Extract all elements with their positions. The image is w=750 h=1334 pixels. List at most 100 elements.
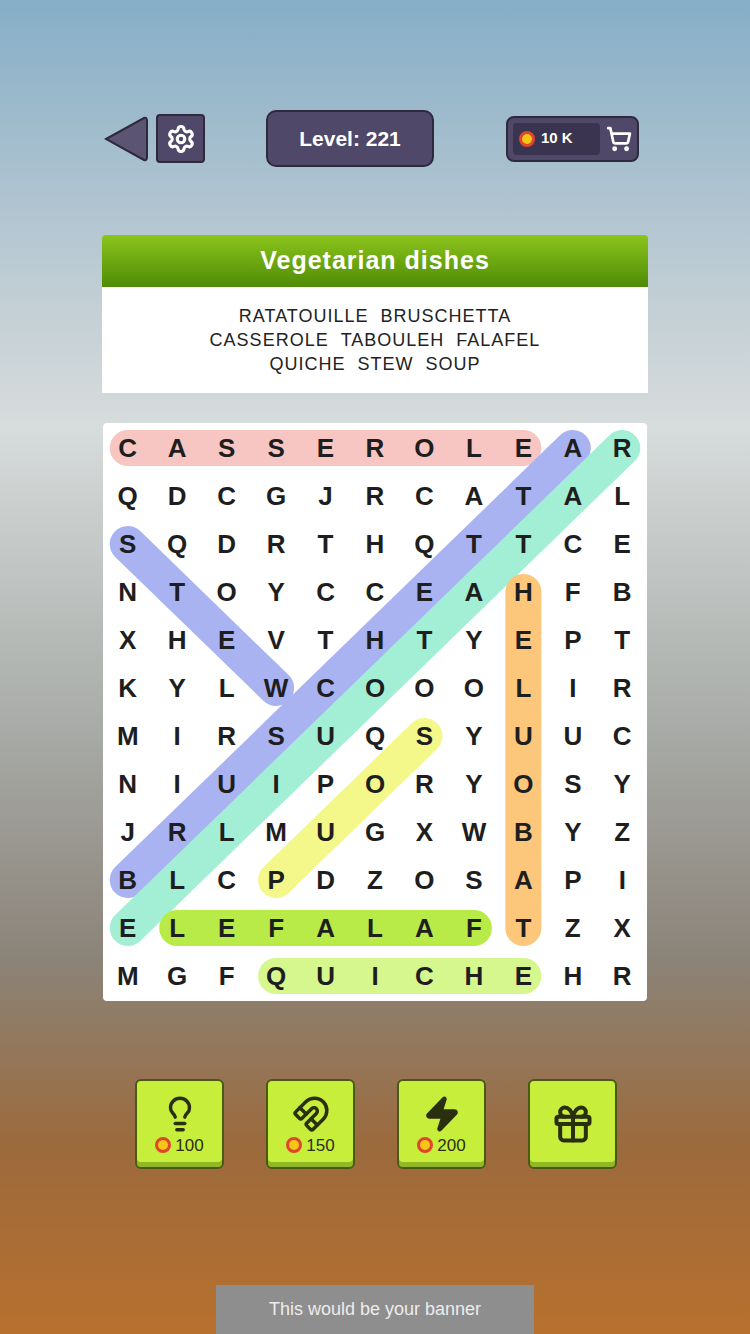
letter-cell[interactable]: Z	[350, 856, 399, 904]
letter-cell[interactable]: O	[202, 568, 251, 616]
letter-cell[interactable]: Y	[152, 664, 201, 712]
letter-cell[interactable]: S	[251, 712, 300, 760]
letter-cell[interactable]: N	[103, 568, 152, 616]
letter-cell[interactable]: U	[301, 952, 350, 1000]
letter-cell[interactable]: A	[548, 424, 597, 472]
letter-cell[interactable]: U	[499, 712, 548, 760]
letter-cell[interactable]: L	[598, 472, 647, 520]
letter-cell[interactable]: U	[202, 760, 251, 808]
letter-cell[interactable]: Q	[152, 520, 201, 568]
letter-cell[interactable]: J	[301, 472, 350, 520]
letter-cell[interactable]: R	[350, 424, 399, 472]
letter-cell[interactable]: O	[400, 856, 449, 904]
letter-cell[interactable]: B	[598, 568, 647, 616]
letter-cell[interactable]: Y	[598, 760, 647, 808]
letter-cell[interactable]: X	[598, 904, 647, 952]
settings-button[interactable]	[156, 114, 205, 163]
letter-cell[interactable]: M	[103, 952, 152, 1000]
letter-cell[interactable]: A	[301, 904, 350, 952]
letter-cell[interactable]: F	[548, 568, 597, 616]
letter-cell[interactable]: T	[400, 616, 449, 664]
letter-cell[interactable]: O	[400, 664, 449, 712]
letter-cell[interactable]: H	[548, 952, 597, 1000]
letter-cell[interactable]: Q	[103, 472, 152, 520]
letter-cell[interactable]: C	[301, 568, 350, 616]
letter-cell[interactable]: W	[251, 664, 300, 712]
letter-cell[interactable]: J	[103, 808, 152, 856]
letter-cell[interactable]: G	[152, 952, 201, 1000]
letter-cell[interactable]: T	[499, 904, 548, 952]
letter-cell[interactable]: O	[400, 424, 449, 472]
letter-cell[interactable]: S	[449, 856, 498, 904]
letter-cell[interactable]: Z	[598, 808, 647, 856]
letter-cell[interactable]: R	[202, 712, 251, 760]
letter-cell[interactable]: O	[350, 664, 399, 712]
letter-cell[interactable]: R	[598, 664, 647, 712]
letter-cell[interactable]: D	[152, 472, 201, 520]
letter-cell[interactable]: R	[598, 424, 647, 472]
magnet-button[interactable]: 150	[266, 1079, 355, 1169]
letter-cell[interactable]: Y	[251, 568, 300, 616]
letter-cell[interactable]: P	[251, 856, 300, 904]
letter-cell[interactable]: T	[499, 520, 548, 568]
letter-cell[interactable]: W	[449, 808, 498, 856]
letter-cell[interactable]: O	[350, 760, 399, 808]
letter-cell[interactable]: Q	[350, 712, 399, 760]
letter-cell[interactable]: D	[301, 856, 350, 904]
letter-cell[interactable]: E	[499, 424, 548, 472]
letter-cell[interactable]: R	[350, 472, 399, 520]
letter-cell[interactable]: T	[449, 520, 498, 568]
letter-cell[interactable]: H	[152, 616, 201, 664]
letter-cell[interactable]: E	[499, 616, 548, 664]
letter-cell[interactable]: K	[103, 664, 152, 712]
letter-cell[interactable]: A	[449, 568, 498, 616]
letter-cell[interactable]: C	[400, 472, 449, 520]
letter-cell[interactable]: L	[202, 808, 251, 856]
letter-cell[interactable]: T	[301, 616, 350, 664]
letter-cell[interactable]: P	[548, 856, 597, 904]
letter-cell[interactable]: H	[350, 616, 399, 664]
letter-cell[interactable]: R	[598, 952, 647, 1000]
letter-cell[interactable]: X	[400, 808, 449, 856]
letter-cell[interactable]: E	[598, 520, 647, 568]
letter-cell[interactable]: L	[499, 664, 548, 712]
letter-cell[interactable]: L	[350, 904, 399, 952]
letter-cell[interactable]: X	[103, 616, 152, 664]
letter-cell[interactable]: R	[251, 520, 300, 568]
letter-cell[interactable]: C	[202, 856, 251, 904]
letter-cell[interactable]: E	[499, 952, 548, 1000]
letter-cell[interactable]: P	[301, 760, 350, 808]
bolt-button[interactable]: 200	[397, 1079, 486, 1169]
letter-cell[interactable]: B	[103, 856, 152, 904]
letter-cell[interactable]: O	[499, 760, 548, 808]
letter-cell[interactable]: O	[449, 664, 498, 712]
letter-cell[interactable]: I	[350, 952, 399, 1000]
letter-cell[interactable]: A	[400, 904, 449, 952]
letter-cell[interactable]: Z	[548, 904, 597, 952]
letter-cell[interactable]: F	[449, 904, 498, 952]
letter-cell[interactable]: C	[548, 520, 597, 568]
letter-cell[interactable]: C	[103, 424, 152, 472]
letter-cell[interactable]: E	[301, 424, 350, 472]
letter-cell[interactable]: Q	[251, 952, 300, 1000]
letter-cell[interactable]: E	[202, 616, 251, 664]
letter-cell[interactable]: A	[548, 472, 597, 520]
letter-cell[interactable]: T	[301, 520, 350, 568]
letter-cell[interactable]: H	[350, 520, 399, 568]
letter-cell[interactable]: I	[152, 712, 201, 760]
letter-cell[interactable]: C	[350, 568, 399, 616]
letter-cell[interactable]: U	[301, 808, 350, 856]
letter-cell[interactable]: S	[202, 424, 251, 472]
letter-cell[interactable]: U	[548, 712, 597, 760]
letter-cell[interactable]: F	[251, 904, 300, 952]
letter-cell[interactable]: U	[301, 712, 350, 760]
letter-cell[interactable]: L	[152, 904, 201, 952]
letter-cell[interactable]: I	[251, 760, 300, 808]
ad-banner[interactable]: This would be your banner	[216, 1285, 534, 1334]
letter-cell[interactable]: T	[152, 568, 201, 616]
letter-cell[interactable]: B	[499, 808, 548, 856]
letter-cell[interactable]: S	[400, 712, 449, 760]
letter-cell[interactable]: G	[251, 472, 300, 520]
coin-shop[interactable]: 10 K	[506, 116, 639, 162]
letter-cell[interactable]: G	[350, 808, 399, 856]
